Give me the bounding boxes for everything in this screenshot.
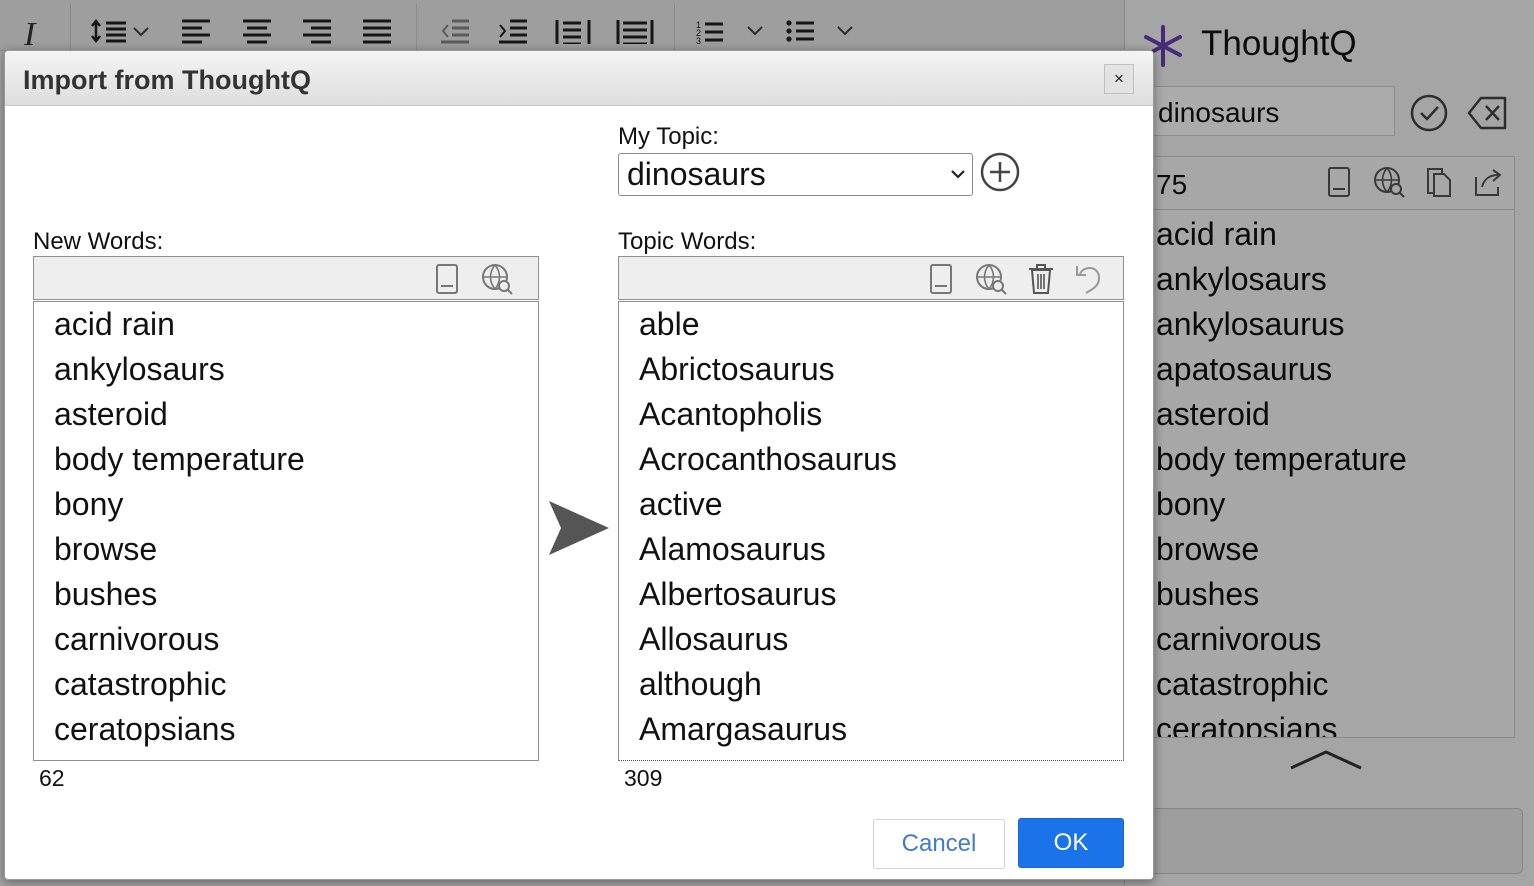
topic-words-toolbar — [618, 256, 1124, 300]
list-item[interactable]: Alamosaurus — [639, 527, 1123, 572]
list-item[interactable]: bony — [54, 482, 538, 527]
topic-words-count: 309 — [624, 765, 663, 791]
list-item[interactable]: Acrocanthosaurus — [639, 437, 1123, 482]
list-item[interactable]: ceratopsians — [54, 707, 538, 752]
dictionary-book-icon[interactable] — [926, 262, 956, 296]
list-item[interactable]: browse — [54, 527, 538, 572]
new-words-count: 62 — [39, 765, 65, 791]
dialog-titlebar[interactable]: Import from ThoughtQ × — [5, 51, 1153, 106]
dictionary-book-icon[interactable] — [432, 262, 462, 296]
list-item[interactable]: acid rain — [54, 302, 538, 347]
list-item[interactable]: active — [639, 482, 1123, 527]
list-item[interactable]: carnivorous — [54, 617, 538, 662]
new-words-toolbar — [33, 256, 539, 300]
list-item[interactable]: ankylosaurs — [54, 347, 538, 392]
topic-words-list-box[interactable]: able Abrictosaurus Acantopholis Acrocanthos… — [618, 301, 1124, 761]
list-item[interactable]: Abrictosaurus — [639, 347, 1123, 392]
list-item[interactable]: able — [639, 302, 1123, 347]
new-words-label: New Words: — [33, 228, 164, 255]
list-item[interactable]: catastrophic — [54, 662, 538, 707]
list-item[interactable]: bushes — [54, 572, 538, 617]
new-words-list: acid rain ankylosaurs asteroid body tempera… — [34, 302, 538, 752]
topic-words-label: Topic Words: — [618, 228, 757, 255]
trash-icon[interactable] — [1026, 262, 1056, 296]
import-dialog: Import from ThoughtQ × My Topic: dinosau… — [4, 50, 1154, 880]
topic-select-value: dinosaurs — [627, 156, 766, 192]
topic-words-list: able Abrictosaurus Acantopholis Acrocanthos… — [619, 302, 1123, 752]
dialog-title: Import from ThoughtQ — [23, 65, 311, 95]
list-item[interactable]: Acantopholis — [639, 392, 1123, 437]
web-search-icon[interactable] — [480, 262, 514, 296]
list-item[interactable]: although — [639, 662, 1123, 707]
topic-select[interactable]: dinosaurs — [618, 153, 973, 196]
add-topic-icon[interactable] — [979, 151, 1021, 193]
chevron-down-icon — [951, 170, 965, 179]
list-item[interactable]: body temperature — [54, 437, 538, 482]
undo-icon[interactable] — [1074, 262, 1104, 296]
list-item[interactable]: Albertosaurus — [639, 572, 1123, 617]
cancel-button[interactable]: Cancel — [873, 819, 1005, 869]
my-topic-label: My Topic: — [618, 123, 719, 150]
list-item[interactable]: Amargasaurus — [639, 707, 1123, 752]
close-button[interactable]: × — [1104, 64, 1134, 94]
web-search-icon[interactable] — [974, 262, 1008, 296]
list-item[interactable]: Allosaurus — [639, 617, 1123, 662]
list-item[interactable]: asteroid — [54, 392, 538, 437]
new-words-list-box[interactable]: acid rain ankylosaurs asteroid body tempera… — [33, 301, 539, 761]
ok-button[interactable]: OK — [1018, 818, 1124, 868]
send-arrow-icon[interactable] — [547, 499, 611, 557]
